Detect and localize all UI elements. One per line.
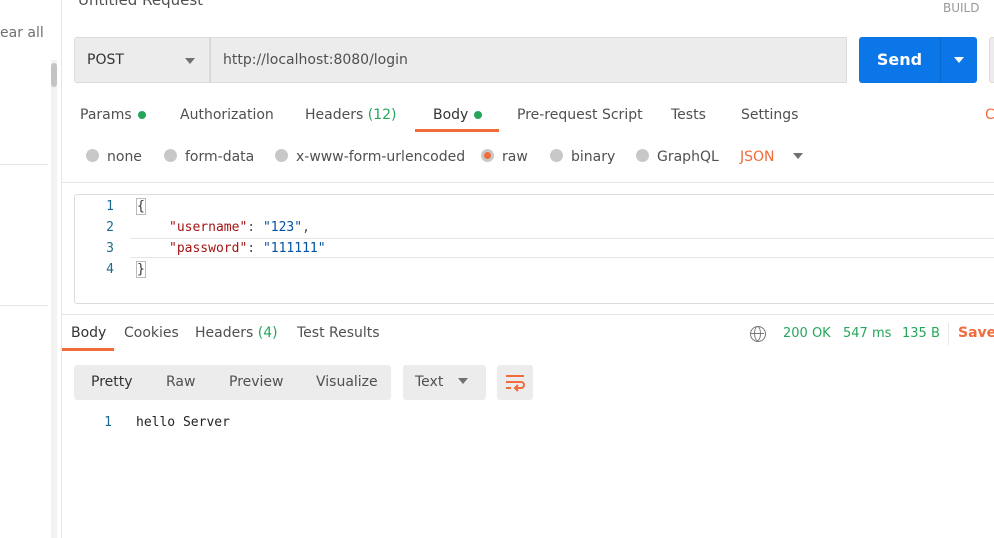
radio-raw[interactable]: raw — [481, 149, 528, 165]
tab-params[interactable]: Params — [80, 107, 146, 123]
tab-pre-request-script[interactable]: Pre-request Script — [517, 107, 643, 123]
divider — [0, 164, 48, 165]
divider — [62, 182, 994, 183]
save-request-button[interactable] — [989, 37, 994, 83]
sidebar-scrollbar[interactable] — [51, 60, 57, 538]
status-dot — [137, 111, 146, 119]
editor-line: 4} — [106, 261, 146, 278]
divider — [948, 323, 949, 345]
editor-line: 2 "username": "123", — [106, 220, 310, 235]
response-tab-headers[interactable]: Headers (4) — [195, 325, 278, 341]
format-select[interactable]: JSON — [740, 149, 803, 165]
tab-headers[interactable]: Headers (12) — [305, 107, 396, 123]
radio-urlencoded[interactable]: x-www-form-urlencoded — [275, 149, 465, 165]
send-button[interactable]: Send — [859, 37, 940, 83]
view-pretty[interactable]: Pretty — [91, 374, 133, 390]
divider — [62, 314, 994, 315]
divider — [0, 305, 48, 306]
cookies-link[interactable]: C — [985, 107, 994, 123]
tab-settings[interactable]: Settings — [741, 107, 798, 123]
editor-line: 3 "password": "111111" — [106, 241, 326, 256]
request-title: Untitled Request — [78, 0, 204, 9]
response-tab-body[interactable]: Body — [71, 325, 106, 341]
view-raw[interactable]: Raw — [166, 374, 195, 390]
response-tab-cookies[interactable]: Cookies — [124, 325, 179, 341]
status-code: 200 OK — [783, 326, 831, 341]
url-input[interactable]: http://localhost:8080/login — [210, 37, 847, 83]
view-visualize[interactable]: Visualize — [316, 374, 378, 390]
chevron-down-icon — [792, 153, 803, 159]
view-preview[interactable]: Preview — [229, 374, 284, 390]
radio-graphql[interactable]: GraphQL — [636, 149, 719, 165]
tab-underline — [415, 129, 499, 132]
radio-binary[interactable]: binary — [550, 149, 615, 165]
tab-body[interactable]: Body — [433, 107, 483, 123]
clear-all-link[interactable]: ear all — [0, 25, 44, 41]
save-response-button[interactable]: Save — [958, 325, 994, 341]
method-select[interactable]: POST — [74, 37, 210, 83]
response-line: 1 hello Server — [104, 415, 230, 430]
chevron-down-icon — [458, 378, 469, 384]
wrap-icon — [506, 375, 525, 392]
method-label: POST — [87, 52, 124, 68]
response-size: 135 B — [902, 326, 940, 341]
radio-none[interactable]: none — [86, 149, 142, 165]
tab-authorization[interactable]: Authorization — [180, 107, 274, 123]
editor-line: 1{ — [106, 198, 146, 215]
response-time: 547 ms — [843, 326, 892, 341]
tab-tests[interactable]: Tests — [671, 107, 706, 123]
response-tab-test-results[interactable]: Test Results — [297, 325, 380, 341]
globe-icon[interactable] — [750, 326, 766, 342]
status-dot — [474, 111, 483, 119]
chevron-down-icon — [185, 58, 195, 64]
wrap-lines-button[interactable] — [497, 365, 533, 400]
response-format-select[interactable]: Text — [403, 365, 486, 400]
radio-form-data[interactable]: form-data — [164, 149, 254, 165]
tab-underline — [62, 348, 114, 351]
chevron-down-icon — [954, 57, 964, 63]
build-label: BUILD — [943, 1, 980, 15]
send-options-button[interactable] — [940, 37, 977, 83]
